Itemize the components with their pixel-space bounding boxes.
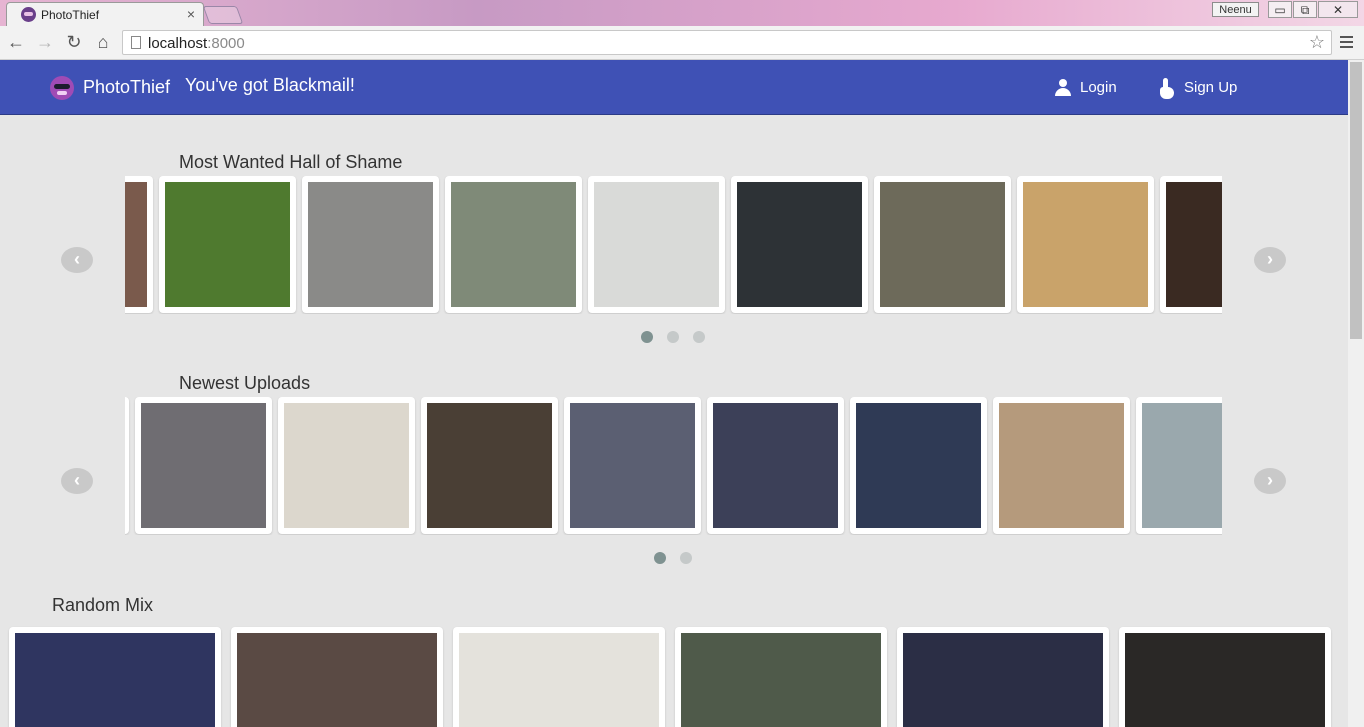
photo-card[interactable] [159, 176, 296, 313]
tab-title: PhotoThief [41, 8, 100, 22]
tagline: You've got Blackmail! [185, 75, 355, 95]
pagination-dot[interactable] [693, 331, 705, 343]
photo-thumbnail[interactable] [284, 403, 409, 528]
newest-uploads-title: Newest Uploads [179, 373, 311, 393]
browser-tab-bar: PhotoThief × Neenu ▭ ⧉ ✕ [0, 0, 1364, 26]
photo-thumbnail[interactable] [1166, 182, 1222, 307]
photo-card[interactable] [135, 397, 272, 534]
url-port: :8000 [207, 35, 245, 52]
photo-thumbnail[interactable] [713, 403, 838, 528]
photo-card[interactable] [302, 176, 439, 313]
browser-toolbar: ← → ↻ ⌂ localhost:8000 ☆ [0, 26, 1364, 60]
photo-thumbnail[interactable] [1023, 182, 1148, 307]
most-wanted-carousel [125, 176, 1222, 314]
page-scrollbar[interactable] [1348, 60, 1364, 727]
newest-uploads-carousel [125, 397, 1222, 535]
url-text[interactable]: localhost:8000 [148, 35, 245, 52]
profile-badge[interactable]: Neenu [1212, 2, 1259, 17]
pagination-dot[interactable] [667, 331, 679, 343]
photo-thumbnail[interactable] [451, 182, 576, 307]
photo-card[interactable] [1136, 397, 1222, 534]
photo-card[interactable] [125, 397, 129, 534]
photothief-favicon-icon [21, 7, 36, 22]
scrollbar-thumb[interactable] [1350, 62, 1362, 339]
photo-thumbnail[interactable] [141, 403, 266, 528]
photo-thumbnail[interactable] [15, 633, 215, 727]
back-icon[interactable]: ← [6, 32, 26, 52]
photo-thumbnail[interactable] [459, 633, 659, 727]
bookmark-star-icon[interactable]: ☆ [1309, 32, 1325, 53]
most-wanted-title: Most Wanted Hall of Shame [179, 152, 403, 172]
site-navbar: PhotoThief You've got Blackmail! Login S… [0, 60, 1348, 115]
photo-thumbnail[interactable] [856, 403, 981, 528]
user-icon[interactable] [1054, 79, 1072, 97]
pagination-dot[interactable] [654, 552, 666, 564]
photo-card[interactable] [1119, 627, 1331, 727]
restore-button[interactable]: ⧉ [1293, 1, 1317, 18]
photo-thumbnail[interactable] [737, 182, 862, 307]
photo-card[interactable] [453, 627, 665, 727]
photo-thumbnail[interactable] [1125, 633, 1325, 727]
photo-card[interactable] [421, 397, 558, 534]
most-wanted-prev-arrow-icon[interactable]: ‹ [61, 247, 93, 273]
photo-thumbnail[interactable] [999, 403, 1124, 528]
photo-card[interactable] [897, 627, 1109, 727]
tab-close-icon[interactable]: × [187, 6, 195, 22]
photo-thumbnail[interactable] [237, 633, 437, 727]
photo-card[interactable] [278, 397, 415, 534]
pointing-hand-icon[interactable] [1158, 78, 1176, 100]
photo-card[interactable] [850, 397, 987, 534]
reload-icon[interactable]: ↻ [64, 32, 84, 52]
photo-card[interactable] [588, 176, 725, 313]
photo-thumbnail[interactable] [570, 403, 695, 528]
photo-thumbnail[interactable] [903, 633, 1103, 727]
most-wanted-next-arrow-icon[interactable]: › [1254, 247, 1286, 273]
page-icon [131, 36, 141, 49]
pagination-dot[interactable] [641, 331, 653, 343]
photothief-logo-icon[interactable] [50, 76, 74, 100]
photo-card[interactable] [125, 176, 153, 313]
home-icon[interactable]: ⌂ [93, 32, 113, 52]
photo-thumbnail[interactable] [165, 182, 290, 307]
browser-tab[interactable]: PhotoThief × [6, 2, 204, 26]
photo-card[interactable] [675, 627, 887, 727]
photo-card[interactable] [731, 176, 868, 313]
random-mix-title: Random Mix [52, 595, 154, 615]
address-bar[interactable]: localhost:8000 ☆ [122, 30, 1332, 55]
url-host: localhost [148, 35, 208, 52]
photo-thumbnail[interactable] [880, 182, 1005, 307]
newest-next-arrow-icon[interactable]: › [1254, 468, 1286, 494]
photo-card[interactable] [9, 627, 221, 727]
photo-card[interactable] [564, 397, 701, 534]
close-window-button[interactable]: ✕ [1318, 1, 1358, 18]
photo-card[interactable] [1160, 176, 1222, 313]
photo-card[interactable] [231, 627, 443, 727]
pagination-dot[interactable] [680, 552, 692, 564]
photo-thumbnail[interactable] [1142, 403, 1222, 528]
photo-card[interactable] [445, 176, 582, 313]
photo-card[interactable] [1017, 176, 1154, 313]
photo-thumbnail[interactable] [681, 633, 881, 727]
photo-thumbnail[interactable] [308, 182, 433, 307]
newest-prev-arrow-icon[interactable]: ‹ [61, 468, 93, 494]
new-tab-button[interactable] [202, 6, 244, 24]
photo-thumbnail[interactable] [594, 182, 719, 307]
login-link[interactable]: Login [1080, 79, 1117, 96]
photo-card[interactable] [707, 397, 844, 534]
photo-card[interactable] [874, 176, 1011, 313]
forward-icon[interactable]: → [35, 32, 55, 52]
signup-link[interactable]: Sign Up [1184, 79, 1237, 96]
brand-link[interactable]: PhotoThief [83, 77, 170, 98]
photo-card[interactable] [993, 397, 1130, 534]
page-viewport: PhotoThief You've got Blackmail! Login S… [0, 60, 1348, 727]
photo-thumbnail[interactable] [427, 403, 552, 528]
photo-thumbnail[interactable] [125, 182, 147, 307]
minimize-button[interactable]: ▭ [1268, 1, 1292, 18]
browser-menu-icon[interactable] [1340, 33, 1354, 51]
